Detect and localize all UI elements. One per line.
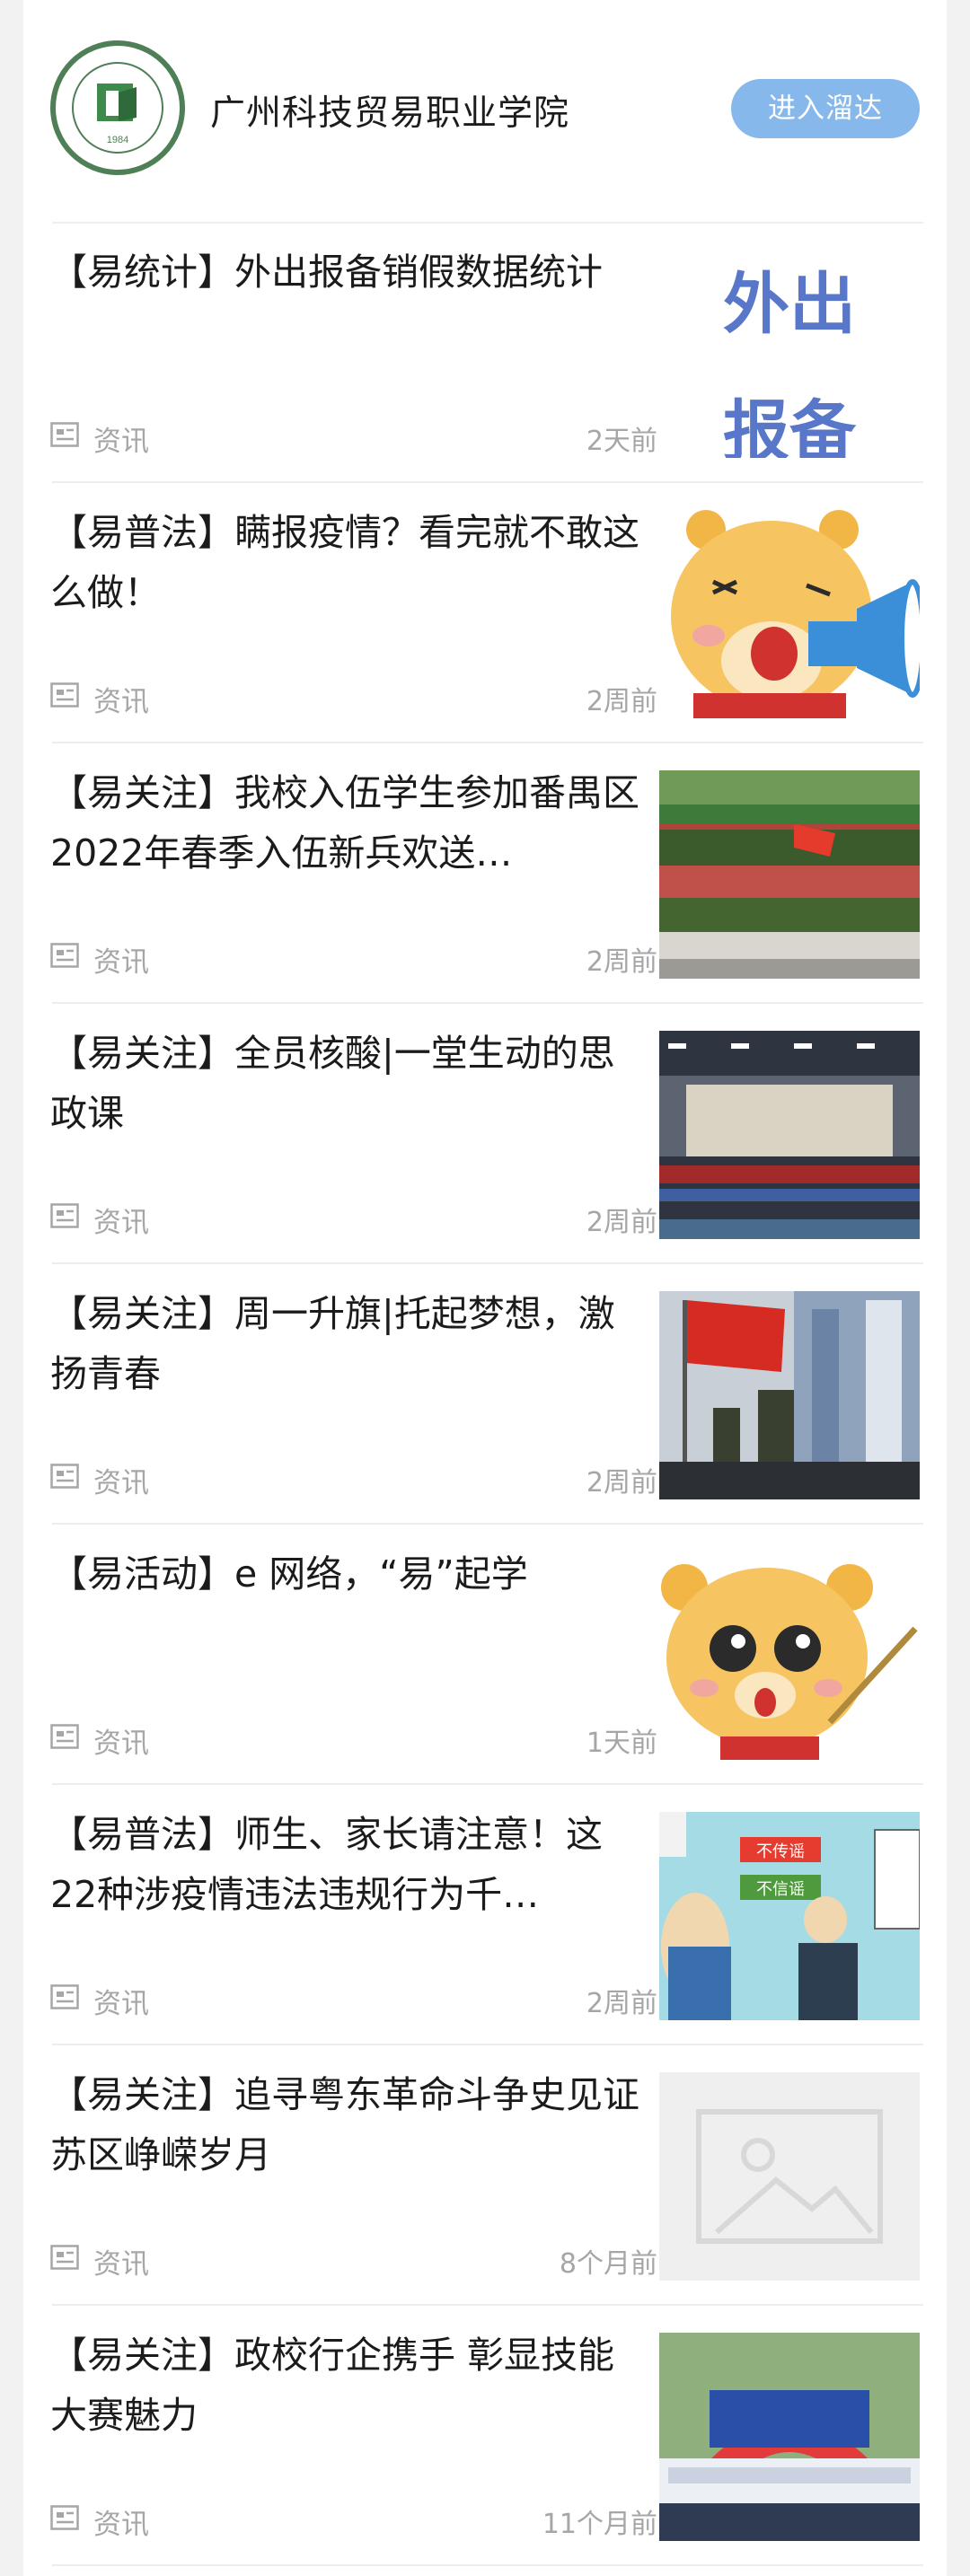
category-label: 资讯 [93, 1728, 149, 1760]
article-item[interactable]: 【易关注】周一升旗|托起梦想，激扬青春 资讯 2周前 [23, 1264, 947, 1525]
category-label: 资讯 [93, 1467, 149, 1499]
article-title: 【易关注】追寻粤东革命斗争史见证苏区峥嵘岁月 [50, 2073, 639, 2176]
category-label: 资讯 [93, 1207, 149, 1239]
bear-megaphone-icon [659, 510, 920, 718]
article-thumbnail: 外出 报备 [659, 250, 920, 458]
publish-time: 2周前 [586, 1467, 657, 1499]
news-icon [50, 422, 79, 447]
bear-pointer-icon [659, 1552, 920, 1760]
enter-button[interactable]: 进入溜达 [731, 79, 920, 138]
publish-time: 2天前 [586, 426, 657, 457]
item-divider [52, 2564, 923, 2566]
article-item[interactable]: 【易关注】我校入伍学生参加番禺区2022年春季入伍新兵欢送… 资讯 2周前 [23, 743, 947, 1004]
rumor-cartoon: 不传谣 不信谣 [659, 1812, 920, 2020]
article-title: 【易关注】我校入伍学生参加番禺区2022年春季入伍新兵欢送… [50, 771, 639, 875]
logo-year: 1984 [107, 135, 128, 145]
news-icon [50, 943, 79, 968]
page-card: 1984 广州科技贸易职业学院 进入溜达 【易统计】外出报备销假数据统计 资讯 … [23, 0, 947, 2576]
article-title: 【易普法】师生、家长请注意！这22种涉疫情违法违规行为千… [50, 1813, 603, 1916]
article-title: 【易统计】外出报备销假数据统计 [50, 251, 603, 294]
publish-time: 1天前 [586, 1728, 657, 1759]
article-title: 【易普法】瞒报疫情？看完就不敢这么做！ [50, 511, 639, 614]
publish-time: 11个月前 [542, 2509, 657, 2540]
article-item[interactable]: 【易普法】师生、家长请注意！这22种涉疫情违法违规行为千… 资讯 2周前 不传谣… [23, 1785, 947, 2045]
news-icon [50, 682, 79, 708]
news-icon [50, 1203, 79, 1228]
category-label: 资讯 [93, 2248, 149, 2281]
article-item[interactable]: 【易活动】e 网络，“易”起学 资讯 1天前 [23, 1525, 947, 1785]
article-title: 【易关注】全员核酸|一堂生动的思政课 [50, 1032, 615, 1135]
school-logo[interactable]: 1984 [50, 40, 185, 175]
article-item[interactable]: 【易关注】政校行企携手 彰显技能大赛魅力 资讯 11个月前 [23, 2306, 947, 2566]
article-item[interactable]: 【易统计】外出报备销假数据统计 资讯 2天前 外出 报备 [23, 223, 947, 483]
publish-time: 8个月前 [559, 2248, 657, 2280]
publish-time: 2周前 [586, 946, 657, 978]
news-icon [50, 2245, 79, 2270]
article-item[interactable]: 【易关注】追寻粤东革命斗争史见证苏区峥嵘岁月 资讯 8个月前 [23, 2045, 947, 2306]
competition-group-photo [659, 2333, 920, 2541]
news-icon [50, 1464, 79, 1489]
svg-text:不信谣: 不信谣 [756, 1880, 805, 1899]
news-icon [50, 2505, 79, 2530]
news-icon [50, 1724, 79, 1749]
category-label: 资讯 [93, 946, 149, 979]
category-label: 资讯 [93, 1988, 149, 2020]
image-placeholder-icon [659, 2072, 920, 2281]
school-header: 1984 广州科技贸易职业学院 进入溜达 [23, 0, 947, 223]
article-title: 【易活动】e 网络，“易”起学 [50, 1552, 528, 1596]
publish-time: 2周前 [586, 686, 657, 717]
category-label: 资讯 [93, 426, 149, 458]
school-name: 广州科技贸易职业学院 [210, 93, 570, 134]
category-label: 资讯 [93, 686, 149, 718]
group-photo-hall [659, 1031, 920, 1239]
publish-time: 2周前 [586, 1207, 657, 1238]
svg-text:报备: 报备 [723, 393, 857, 458]
svg-text:不传谣: 不传谣 [756, 1842, 805, 1861]
svg-text:外出: 外出 [723, 266, 856, 343]
category-label: 资讯 [93, 2509, 149, 2541]
flag-raising-photo [659, 1291, 920, 1499]
article-item[interactable]: 【易关注】全员核酸|一堂生动的思政课 资讯 2周前 [23, 1004, 947, 1264]
publish-time: 2周前 [586, 1988, 657, 2019]
article-title: 【易关注】周一升旗|托起梦想，激扬青春 [50, 1292, 615, 1395]
group-photo-soldiers [659, 770, 920, 979]
article-item[interactable]: 【易普法】瞒报疫情？看完就不敢这么做！ 资讯 2周前 [23, 483, 947, 743]
news-icon [50, 1984, 79, 2009]
article-title: 【易关注】政校行企携手 彰显技能大赛魅力 [50, 2334, 615, 2437]
